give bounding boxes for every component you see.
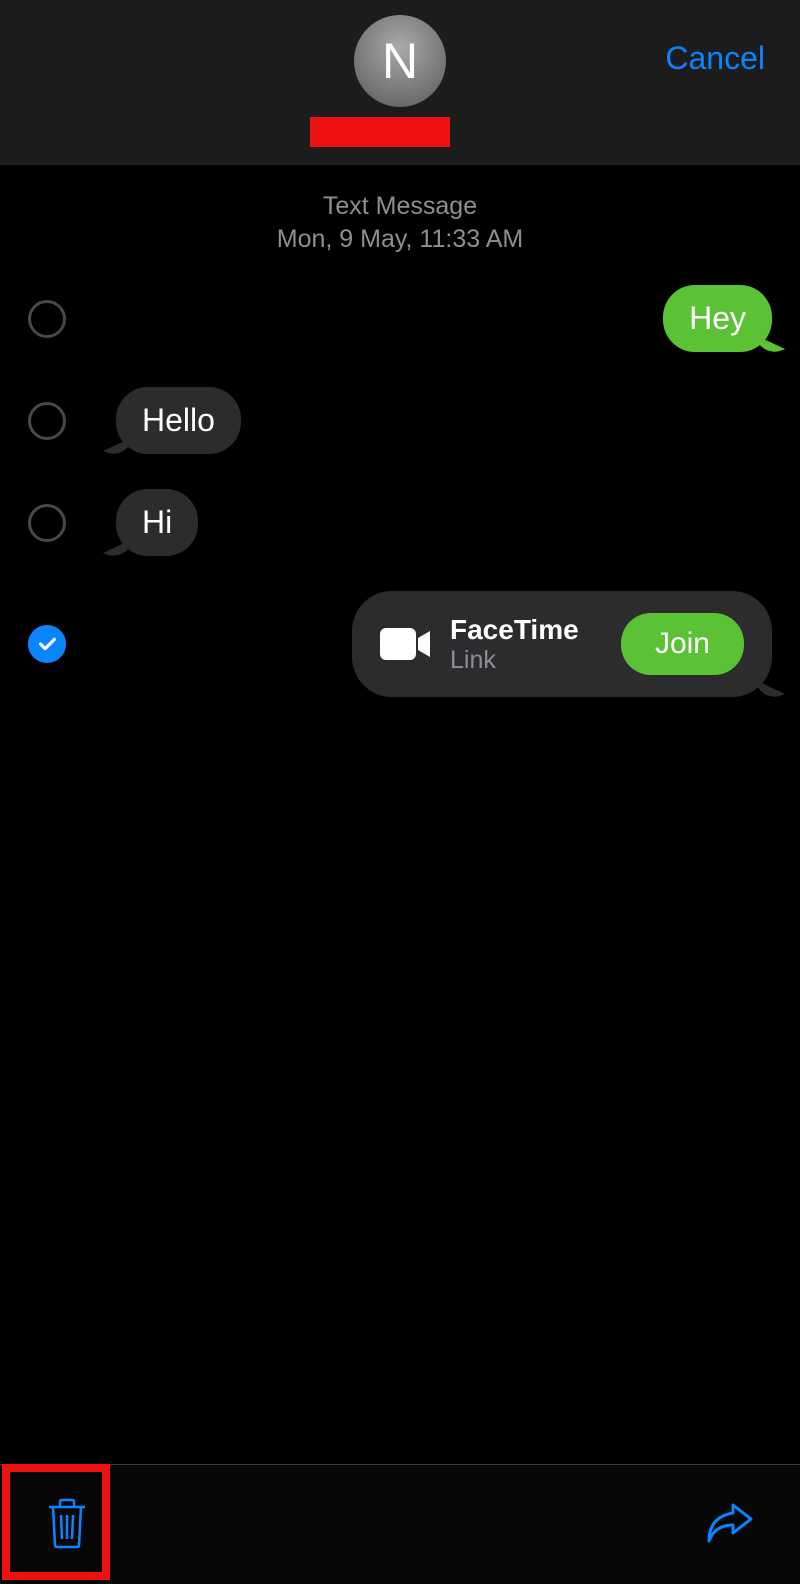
timestamp-label: Mon, 9 May, 11:33 AM (0, 223, 800, 256)
facetime-subtitle: Link (450, 646, 603, 675)
message-text: Hello (142, 402, 215, 438)
received-message-bubble[interactable]: Hello (116, 387, 241, 454)
avatar-initial: N (382, 32, 418, 90)
date-header: Text Message Mon, 9 May, 11:33 AM (0, 190, 800, 255)
message-row: Hello (0, 387, 800, 454)
share-arrow-icon (705, 1501, 755, 1545)
bubble-container: Hi (116, 489, 772, 556)
share-button[interactable] (695, 1491, 765, 1558)
facetime-link-card[interactable]: FaceTime Link Join (352, 591, 772, 697)
redacted-contact-name (310, 117, 450, 147)
message-select-checkbox[interactable] (28, 402, 66, 440)
trash-icon (45, 1497, 89, 1549)
received-message-bubble[interactable]: Hi (116, 489, 198, 556)
message-select-checkbox[interactable] (28, 300, 66, 338)
facetime-title: FaceTime (450, 614, 603, 646)
bubble-container: Hey (66, 285, 772, 352)
message-text: Hi (142, 504, 172, 540)
bubble-container: FaceTime Link Join (66, 591, 772, 697)
message-row: Hi (0, 489, 800, 556)
join-button[interactable]: Join (621, 613, 744, 675)
message-row: FaceTime Link Join (0, 591, 800, 697)
header: N Cancel (0, 0, 800, 165)
message-row: Hey (0, 285, 800, 352)
message-select-checkbox[interactable] (28, 625, 66, 663)
bottom-toolbar (0, 1464, 800, 1584)
video-icon (380, 626, 432, 662)
delete-button[interactable] (35, 1487, 99, 1562)
bubble-container: Hello (116, 387, 772, 454)
sent-message-bubble[interactable]: Hey (663, 285, 772, 352)
facetime-text: FaceTime Link (450, 614, 603, 675)
message-select-checkbox[interactable] (28, 504, 66, 542)
message-thread: Text Message Mon, 9 May, 11:33 AM Hey He… (0, 165, 800, 697)
message-text: Hey (689, 300, 746, 336)
contact-avatar[interactable]: N (354, 15, 446, 107)
message-type-label: Text Message (0, 190, 800, 223)
checkmark-icon (36, 633, 58, 655)
cancel-button[interactable]: Cancel (665, 40, 765, 77)
